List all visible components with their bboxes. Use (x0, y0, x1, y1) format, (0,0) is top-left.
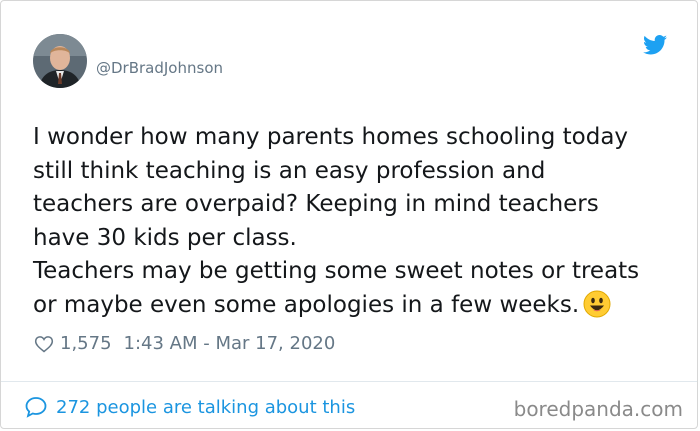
tweet-text: I wonder how many parents homes schoolin… (33, 121, 673, 322)
speech-bubble-icon (25, 397, 47, 418)
discussion-link[interactable]: 272 people are talking about this (24, 395, 355, 419)
like-count[interactable]: 1,575 (60, 333, 112, 354)
smiley-emoji-icon (583, 290, 611, 317)
tweet-card: @DrBradJohnson I wonder how many parents… (0, 0, 698, 429)
twitter-bird-icon[interactable] (643, 35, 667, 55)
tweet-text-line: I wonder how many parents homes schoolin… (33, 124, 629, 150)
user-handle[interactable]: @DrBradJohnson (96, 59, 223, 77)
tweet-text-line: or maybe even some apologies in a few we… (33, 291, 580, 318)
tweet-text-line: have 30 kids per class. (33, 224, 297, 251)
avatar[interactable] (33, 34, 87, 88)
heart-icon[interactable] (34, 334, 54, 354)
tweet-text-line: teachers are overpaid? Keeping in mind t… (33, 191, 599, 217)
divider (1, 381, 697, 382)
tweet-timestamp[interactable]: 1:43 AM - Mar 17, 2020 (124, 333, 336, 354)
watermark-brand: boredpanda.com (513, 397, 683, 421)
tweet-text-line: Teachers may be getting some sweet notes… (33, 258, 640, 284)
discussion-link-label[interactable]: 272 people are talking about this (56, 397, 355, 418)
tweet-meta: 1,575 1:43 AM - Mar 17, 2020 (34, 333, 335, 354)
tweet-text-line: still think teaching is an easy professi… (33, 157, 546, 184)
tweet-text-line-last: or maybe even some apologies in a few we… (33, 289, 673, 323)
avatar-photo (33, 34, 87, 88)
